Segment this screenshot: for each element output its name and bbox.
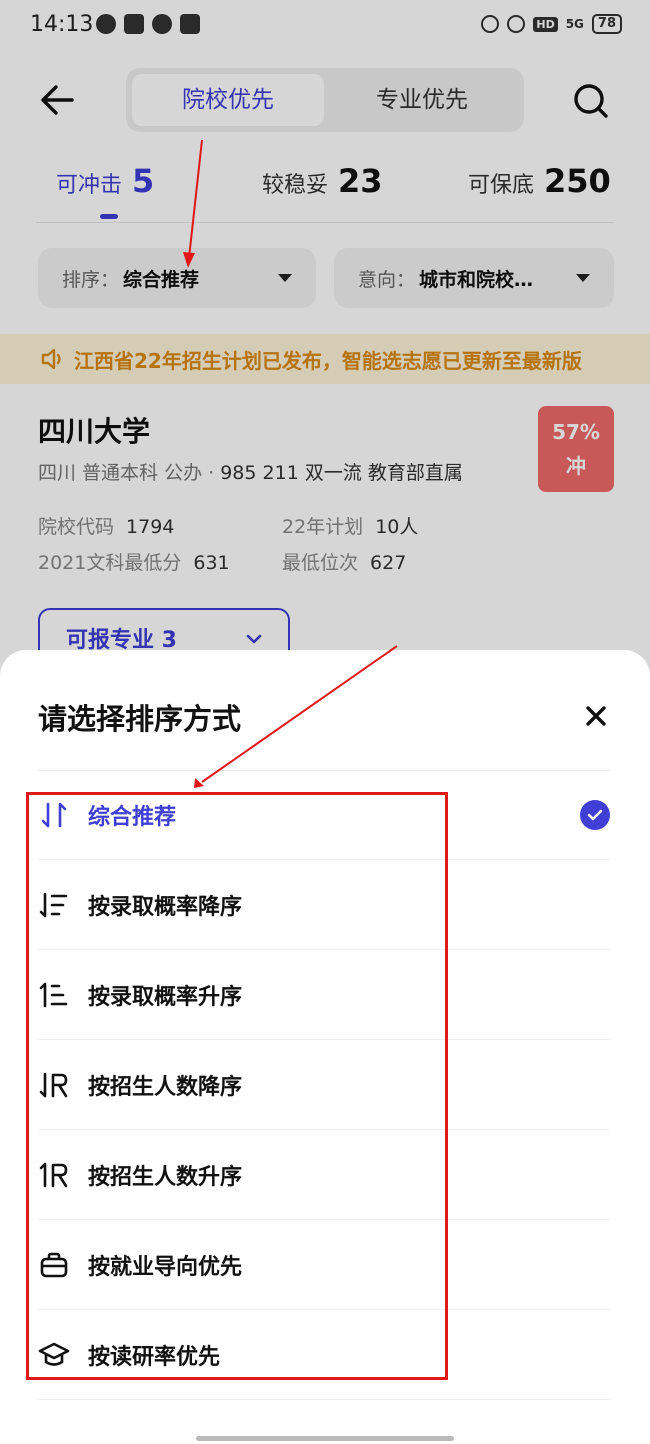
home-indicator[interactable]: [196, 1436, 454, 1441]
check-icon: [580, 800, 610, 830]
close-icon[interactable]: [580, 702, 612, 734]
annotation-box: [26, 792, 448, 1380]
sheet-title: 请选择排序方式: [38, 702, 242, 736]
